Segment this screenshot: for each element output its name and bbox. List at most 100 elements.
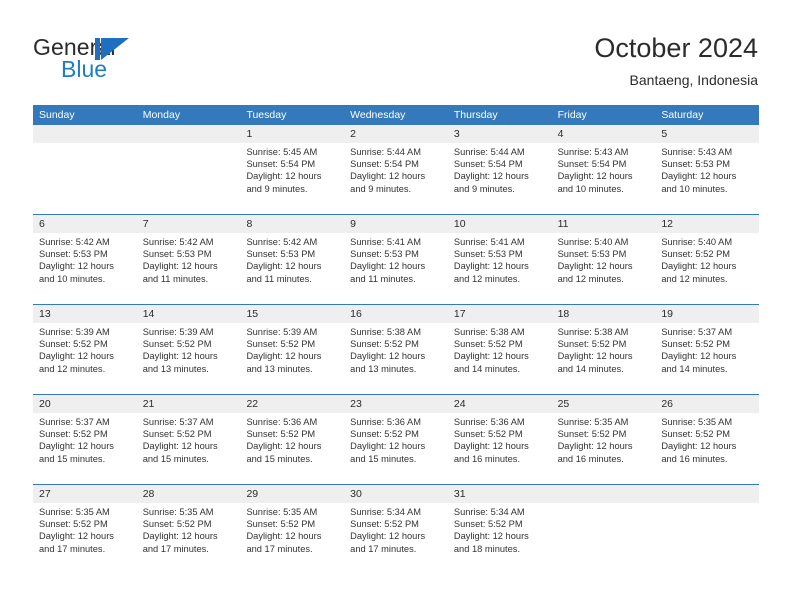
day-detail-line: Sunrise: 5:34 AM — [350, 507, 421, 517]
calendar-day-cell[interactable]: 22 Sunrise: 5:36 AM Sunset: 5:52 PM Dayligh… — [240, 395, 345, 484]
day-details: Sunrise: 5:37 AM Sunset: 5:52 PM Daylight:… — [33, 413, 137, 465]
day-details: Sunrise: 5:42 AM Sunset: 5:53 PM Daylight:… — [33, 233, 137, 285]
day-number: 12 — [655, 215, 760, 233]
day-detail-line: and 10 minutes. — [661, 183, 728, 194]
calendar-day-cell[interactable]: 15 Sunrise: 5:39 AM Sunset: 5:52 PM Dayligh… — [240, 305, 345, 394]
calendar-day-cell[interactable]: 9 Sunrise: 5:41 AM Sunset: 5:53 PM Daylight… — [344, 215, 448, 304]
calendar-day-cell[interactable]: 27 Sunrise: 5:35 AM Sunset: 5:52 PM Dayligh… — [33, 485, 137, 575]
day-detail-line: Daylight: 12 hours — [453, 531, 529, 542]
day-detail-line: and 11 minutes. — [350, 273, 416, 284]
day-detail-line: Daylight: 12 hours — [39, 441, 114, 452]
day-detail-line: Sunset: 5:54 PM — [246, 159, 316, 170]
calendar-day-cell[interactable]: 13 Sunrise: 5:39 AM Sunset: 5:52 PM Dayligh… — [33, 305, 137, 394]
calendar-day-cell[interactable]: 24 Sunrise: 5:36 AM Sunset: 5:52 PM Dayligh… — [447, 395, 552, 484]
day-detail-line: Sunset: 5:52 PM — [661, 249, 731, 260]
day-details: Sunrise: 5:41 AM Sunset: 5:53 PM Daylight:… — [448, 233, 552, 285]
calendar-day-cell[interactable]: 26 Sunrise: 5:35 AM Sunset: 5:52 PM Dayligh… — [655, 395, 760, 484]
day-detail-line: Daylight: 12 hours — [142, 261, 218, 272]
day-detail-line: Sunset: 5:52 PM — [557, 339, 627, 350]
calendar-week-row: 13 Sunrise: 5:39 AM Sunset: 5:52 PM Dayligh… — [33, 305, 760, 395]
calendar-day-cell[interactable]: 1 Sunrise: 5:45 AM Sunset: 5:54 PM Daylight… — [240, 125, 345, 214]
calendar-day-cell[interactable]: 28 Sunrise: 5:35 AM Sunset: 5:52 PM Dayligh… — [136, 485, 241, 575]
calendar-day-cell[interactable]: 16 Sunrise: 5:38 AM Sunset: 5:52 PM Dayligh… — [344, 305, 448, 394]
calendar-day-cell[interactable]: 10 Sunrise: 5:41 AM Sunset: 5:53 PM Dayligh… — [447, 215, 552, 304]
day-detail-line: and 12 minutes. — [661, 273, 728, 284]
day-detail-line: Sunset: 5:54 PM — [557, 159, 627, 170]
day-details: Sunrise: 5:34 AM Sunset: 5:52 PM Daylight:… — [344, 503, 448, 555]
day-detail-line: Sunset: 5:53 PM — [39, 249, 108, 260]
day-detail-line: Daylight: 12 hours — [246, 261, 322, 272]
day-number: 6 — [33, 215, 137, 233]
day-detail-line: Sunset: 5:53 PM — [142, 249, 212, 260]
day-detail-line: Sunrise: 5:42 AM — [246, 237, 318, 247]
calendar-day-cell[interactable]: 31 Sunrise: 5:34 AM Sunset: 5:52 PM Dayligh… — [447, 485, 552, 575]
calendar-day-cell[interactable]: 17 Sunrise: 5:38 AM Sunset: 5:52 PM Dayligh… — [447, 305, 552, 394]
calendar-day-cell[interactable]: 3 Sunrise: 5:44 AM Sunset: 5:54 PM Daylight… — [447, 125, 552, 214]
day-detail-line: and 16 minutes. — [557, 453, 624, 464]
calendar-day-cell[interactable]: 25 Sunrise: 5:35 AM Sunset: 5:52 PM Dayligh… — [551, 395, 656, 484]
day-details: Sunrise: 5:43 AM Sunset: 5:53 PM Daylight:… — [655, 143, 759, 195]
brand-logo[interactable]: General Blue — [33, 36, 253, 88]
day-detail-line: and 15 minutes. — [39, 453, 106, 464]
day-detail-line: Daylight: 12 hours — [350, 441, 426, 452]
day-detail-line: and 9 minutes. — [246, 183, 308, 194]
day-detail-line: Daylight: 12 hours — [350, 171, 426, 182]
day-detail-line: and 11 minutes. — [246, 273, 312, 284]
day-detail-line: and 13 minutes. — [246, 363, 313, 374]
day-detail-line: and 15 minutes. — [142, 453, 209, 464]
calendar-day-cell-empty — [551, 485, 656, 575]
day-details — [655, 503, 759, 506]
day-detail-line: Sunrise: 5:41 AM — [453, 237, 525, 247]
day-detail-line: Daylight: 12 hours — [39, 261, 114, 272]
calendar-day-cell[interactable]: 21 Sunrise: 5:37 AM Sunset: 5:52 PM Dayligh… — [136, 395, 241, 484]
day-detail-line: Daylight: 12 hours — [557, 171, 633, 182]
day-number: 14 — [136, 305, 241, 323]
calendar-day-cell[interactable]: 2 Sunrise: 5:44 AM Sunset: 5:54 PM Daylight… — [344, 125, 448, 214]
day-detail-line: and 13 minutes. — [142, 363, 209, 374]
day-detail-line: Sunset: 5:54 PM — [453, 159, 523, 170]
day-detail-line: Sunset: 5:52 PM — [39, 519, 108, 530]
day-detail-line: and 9 minutes. — [350, 183, 412, 194]
day-number — [136, 125, 241, 143]
calendar-day-cell[interactable]: 14 Sunrise: 5:39 AM Sunset: 5:52 PM Dayligh… — [136, 305, 241, 394]
day-number: 31 — [447, 485, 552, 503]
calendar-day-cell[interactable]: 4 Sunrise: 5:43 AM Sunset: 5:54 PM Daylight… — [551, 125, 656, 214]
calendar-day-cell[interactable]: 20 Sunrise: 5:37 AM Sunset: 5:52 PM Dayligh… — [33, 395, 137, 484]
day-detail-line: and 12 minutes. — [453, 273, 521, 284]
day-detail-line: Sunrise: 5:38 AM — [453, 327, 525, 337]
calendar-day-cell[interactable]: 7 Sunrise: 5:42 AM Sunset: 5:53 PM Daylight… — [136, 215, 241, 304]
day-detail-line: Sunrise: 5:36 AM — [453, 417, 525, 427]
day-number: 27 — [33, 485, 137, 503]
calendar-day-cell[interactable]: 30 Sunrise: 5:34 AM Sunset: 5:52 PM Dayligh… — [344, 485, 448, 575]
day-detail-line: Sunset: 5:52 PM — [246, 429, 316, 440]
day-detail-line: Sunrise: 5:35 AM — [661, 417, 733, 427]
calendar-day-cell[interactable]: 12 Sunrise: 5:40 AM Sunset: 5:52 PM Dayligh… — [655, 215, 760, 304]
calendar-week-row: 20 Sunrise: 5:37 AM Sunset: 5:52 PM Dayligh… — [33, 395, 760, 485]
calendar-day-cell[interactable]: 18 Sunrise: 5:38 AM Sunset: 5:52 PM Dayligh… — [551, 305, 656, 394]
calendar-day-cell[interactable]: 23 Sunrise: 5:36 AM Sunset: 5:52 PM Dayligh… — [344, 395, 448, 484]
day-details: Sunrise: 5:41 AM Sunset: 5:53 PM Daylight:… — [344, 233, 448, 285]
day-number: 9 — [344, 215, 448, 233]
calendar-day-cell[interactable]: 6 Sunrise: 5:42 AM Sunset: 5:53 PM Daylight… — [33, 215, 137, 304]
day-details: Sunrise: 5:38 AM Sunset: 5:52 PM Daylight:… — [552, 323, 656, 375]
day-detail-line: Daylight: 12 hours — [350, 261, 426, 272]
calendar-day-cell[interactable]: 8 Sunrise: 5:42 AM Sunset: 5:53 PM Daylight… — [240, 215, 345, 304]
calendar-day-cell[interactable]: 5 Sunrise: 5:43 AM Sunset: 5:53 PM Daylight… — [655, 125, 760, 214]
day-detail-line: Sunset: 5:53 PM — [453, 249, 523, 260]
day-detail-line: Daylight: 12 hours — [246, 441, 322, 452]
day-details: Sunrise: 5:37 AM Sunset: 5:52 PM Daylight:… — [137, 413, 241, 465]
day-detail-line: and 14 minutes. — [557, 363, 624, 374]
day-detail-line: and 14 minutes. — [453, 363, 521, 374]
day-details: Sunrise: 5:37 AM Sunset: 5:52 PM Daylight:… — [655, 323, 759, 375]
day-detail-line: Daylight: 12 hours — [142, 531, 218, 542]
day-details: Sunrise: 5:38 AM Sunset: 5:52 PM Daylight:… — [344, 323, 448, 375]
day-number: 29 — [240, 485, 345, 503]
calendar-day-cell[interactable]: 19 Sunrise: 5:37 AM Sunset: 5:52 PM Dayligh… — [655, 305, 760, 394]
day-details: Sunrise: 5:43 AM Sunset: 5:54 PM Daylight:… — [552, 143, 656, 195]
day-details — [137, 143, 241, 146]
calendar-day-cell[interactable]: 11 Sunrise: 5:40 AM Sunset: 5:53 PM Dayligh… — [551, 215, 656, 304]
day-number: 1 — [240, 125, 345, 143]
day-detail-line: Sunset: 5:54 PM — [350, 159, 419, 170]
day-detail-line: Daylight: 12 hours — [350, 531, 426, 542]
calendar-day-cell[interactable]: 29 Sunrise: 5:35 AM Sunset: 5:52 PM Dayligh… — [240, 485, 345, 575]
